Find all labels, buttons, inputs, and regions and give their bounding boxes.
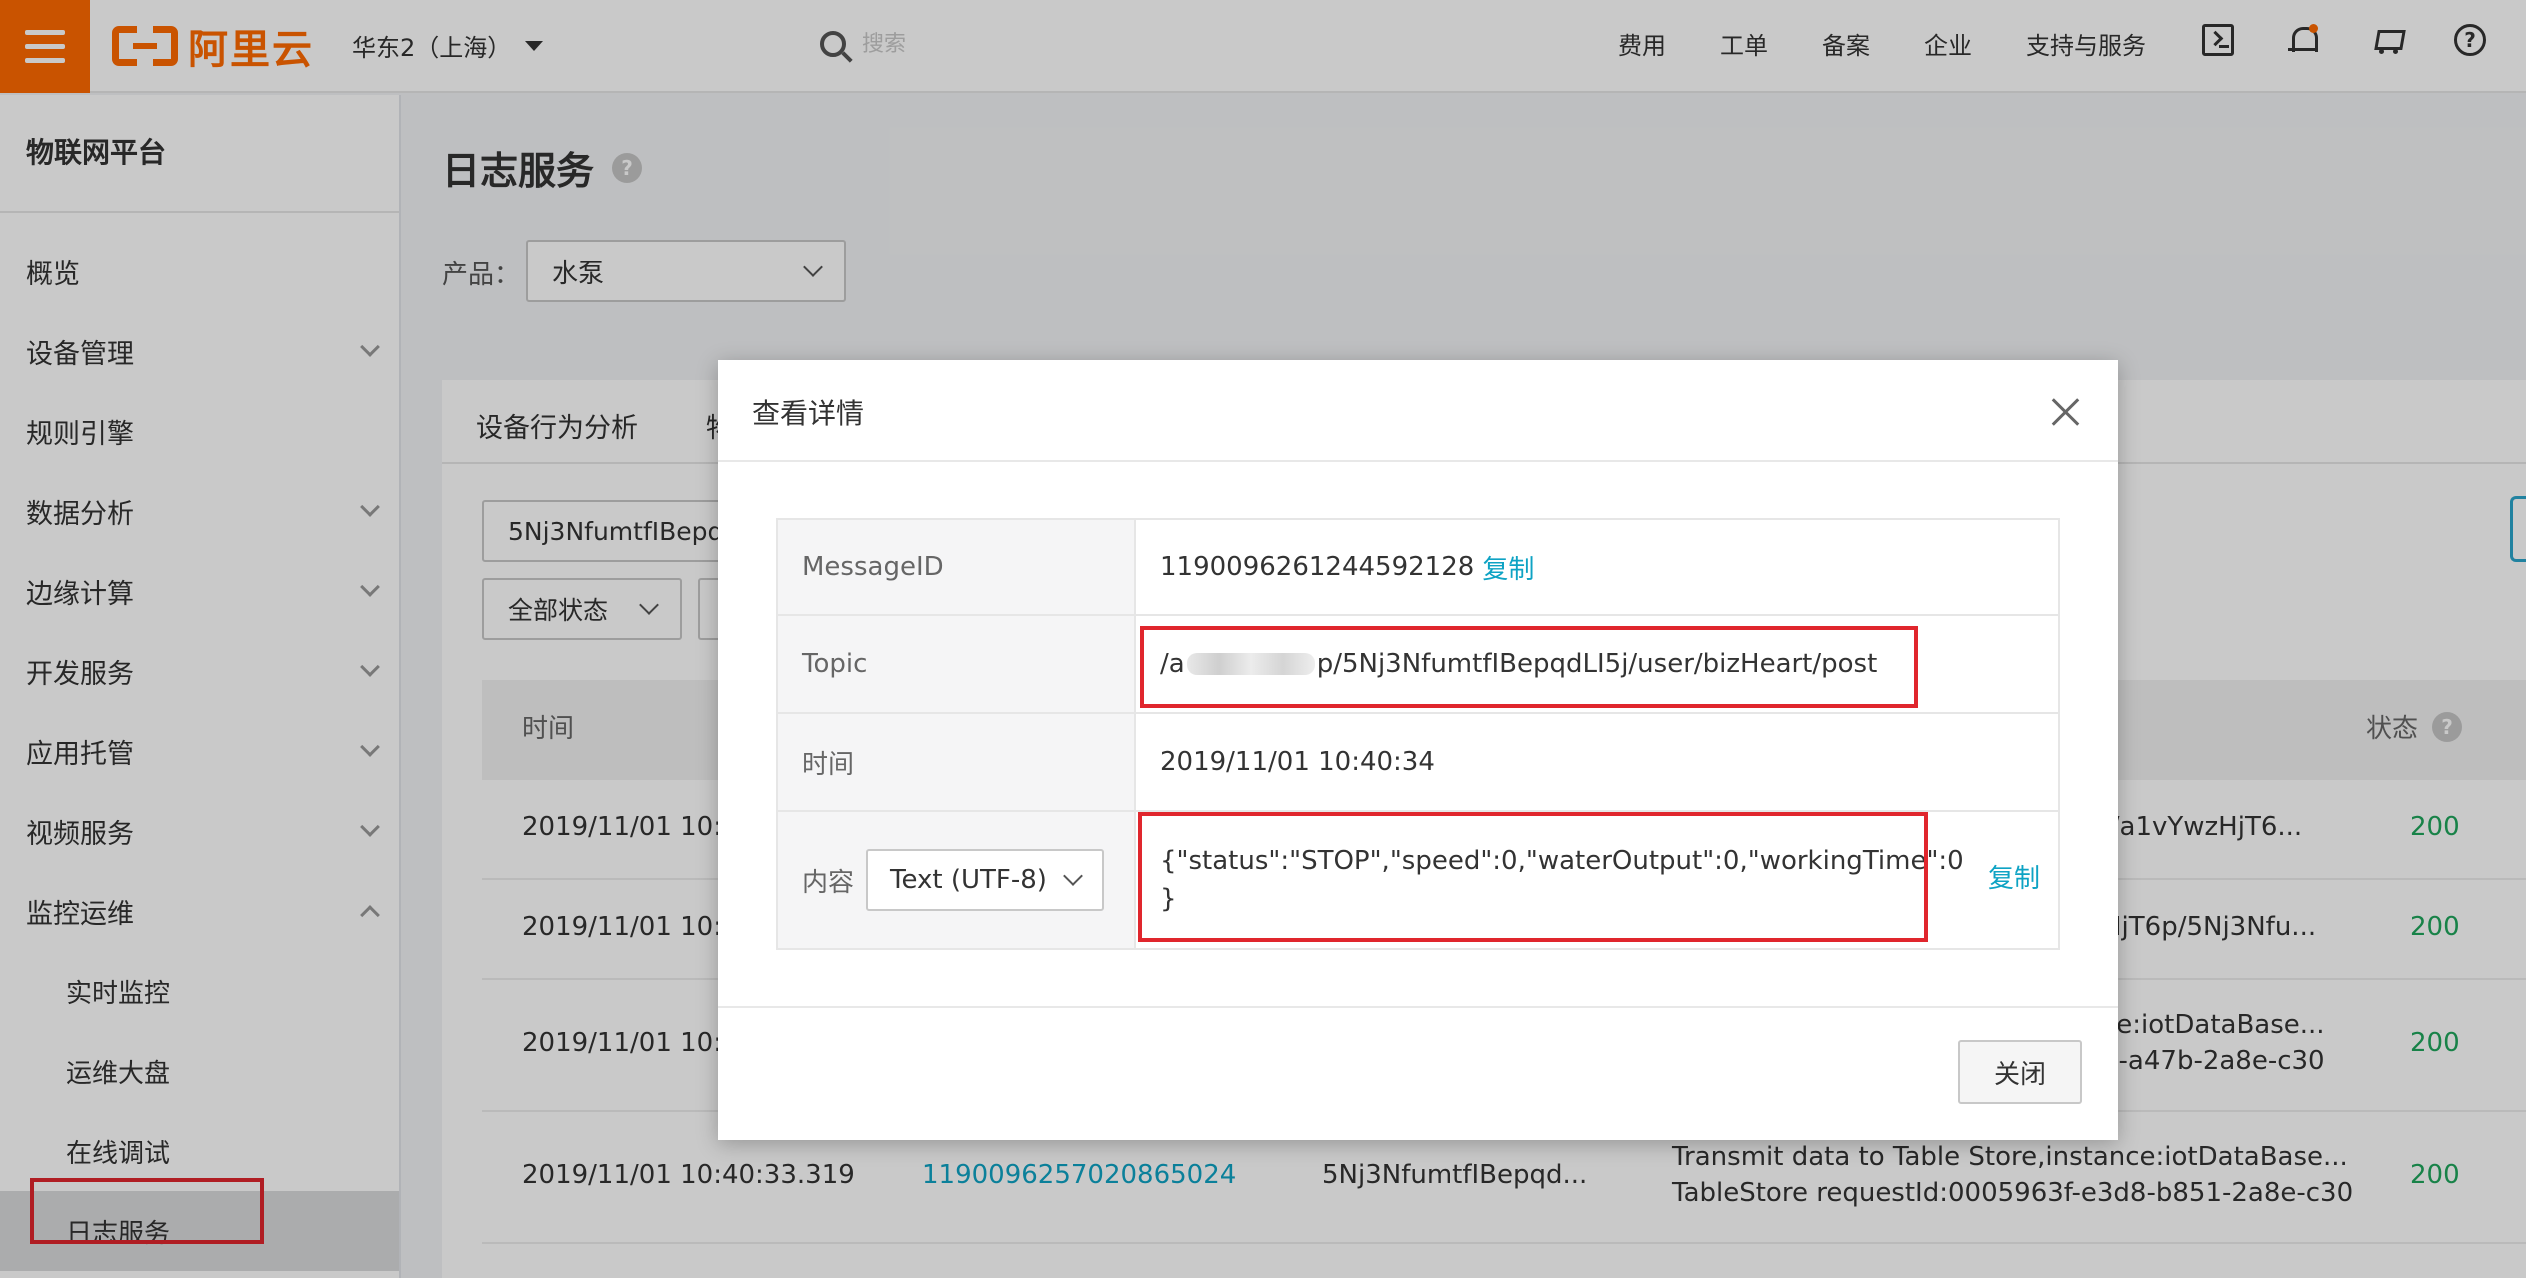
detail-row-time: 时间 2019/11/01 10:40:34 [778,714,2058,812]
content-key-cell: 内容 Text (UTF-8) [778,812,1136,948]
topic-highlight [1140,626,1918,708]
encoding-select[interactable]: Text (UTF-8) [866,849,1105,911]
modal-footer: 关闭 [718,1006,2118,1140]
chevron-down-icon [1063,866,1083,886]
message-id-label: MessageID [778,520,1136,614]
time-value: 2019/11/01 10:40:34 [1160,747,1435,777]
topic-label: Topic [778,616,1136,712]
close-button[interactable]: 关闭 [1958,1040,2082,1104]
close-icon[interactable] [2052,398,2080,426]
message-id-cell: 1190096261244592128 复制 [1136,520,2058,614]
detail-modal: 查看详情 MessageID 1190096261244592128 复制 To… [718,360,2118,1140]
time-cell: 2019/11/01 10:40:34 [1136,714,2058,810]
modal-header: 查看详情 [718,360,2118,462]
modal-title: 查看详情 [752,397,865,430]
copy-content-link[interactable]: 复制 [1988,860,2040,898]
message-id-value: 1190096261244592128 [1160,552,1475,582]
copy-message-id-link[interactable]: 复制 [1482,549,1534,586]
encoding-value: Text (UTF-8) [890,865,1047,895]
time-label: 时间 [778,714,1136,810]
content-highlight [1138,812,1928,942]
detail-row-message-id: MessageID 1190096261244592128 复制 [778,520,2058,616]
content-label: 内容 [802,867,855,898]
